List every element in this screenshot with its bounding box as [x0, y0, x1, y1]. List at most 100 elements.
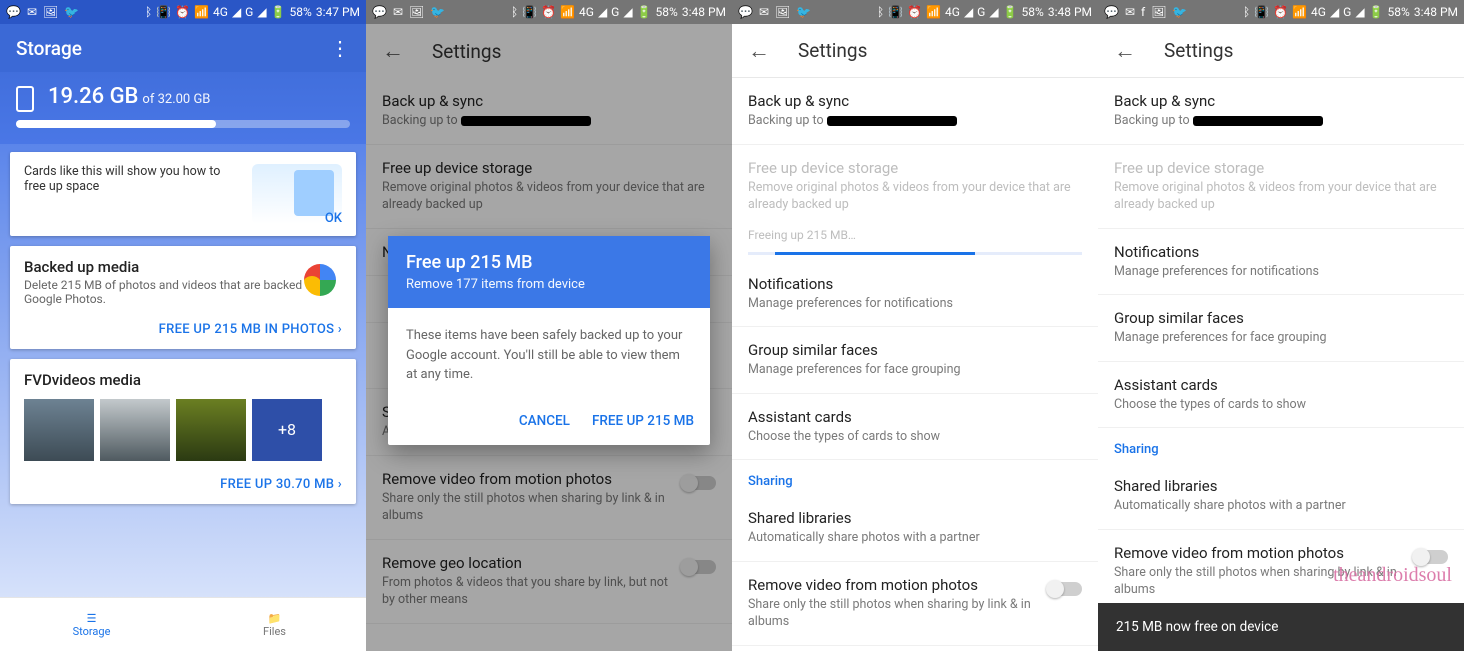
vibrate-icon: 📳 [156, 5, 171, 19]
messenger-icon: 💬 [738, 5, 753, 19]
free-up-photos-button[interactable]: FREE UP 215 MB IN PHOTOS › [24, 322, 342, 337]
wifi-icon: 📶 [1292, 5, 1307, 19]
storage-used: 19.26 GB [48, 84, 138, 109]
bluetooth-icon: ᛒ [1243, 5, 1250, 19]
setting-motion[interactable]: Remove video from motion photosShare onl… [732, 562, 1098, 646]
toggle[interactable] [1048, 582, 1082, 596]
backed-up-sub: Delete 215 MB of photos and videos that … [24, 278, 342, 306]
setting-backup[interactable]: Back up & syncBacking up to [1098, 78, 1464, 145]
storage-icon: ☰ [87, 612, 97, 625]
clock: 3:48 PM [1414, 5, 1458, 19]
signal2-icon: ◢ [1355, 5, 1364, 19]
vibrate-icon: 📳 [522, 5, 537, 19]
setting-faces[interactable]: Group similar facesManage preferences fo… [1098, 295, 1464, 362]
bluetooth-icon: ᛒ [877, 5, 884, 19]
wifi-icon: 📶 [926, 5, 941, 19]
net-label: 4G [213, 5, 228, 19]
message-icon: ✉ [1125, 5, 1135, 19]
page-title: Settings [1164, 39, 1233, 62]
nav-files[interactable]: 📁 Files [183, 598, 366, 651]
nav-storage[interactable]: ☰ Storage [0, 598, 183, 651]
setting-backup[interactable]: Back up & syncBacking up to [732, 78, 1098, 145]
dialog-body: These items have been safely backed up t… [388, 308, 710, 403]
signal-icon: ◢ [1330, 5, 1339, 19]
battery-icon: 🔋 [271, 5, 286, 19]
image-icon: 🖼 [1151, 5, 1166, 19]
watermark: theandroidsoul [1333, 564, 1452, 587]
alarm-icon: ⏰ [907, 5, 922, 19]
net2-label: G [245, 5, 253, 19]
thumb[interactable] [176, 399, 246, 461]
setting-assistant[interactable]: Assistant cardsChoose the types of cards… [732, 394, 1098, 461]
messenger-icon: 💬 [1104, 5, 1119, 19]
folder-icon: 📁 [268, 612, 282, 625]
storage-bar [16, 120, 350, 128]
twitter-icon: 🐦 [64, 5, 79, 19]
sharing-section: Sharing [732, 460, 1098, 495]
battery-icon: 🔋 [1369, 5, 1384, 19]
message-icon: ✉ [393, 5, 403, 19]
battery-icon: 🔋 [637, 5, 652, 19]
dialog-subtitle: Remove 177 items from device [406, 277, 692, 292]
wifi-icon: 📶 [194, 5, 209, 19]
thumb[interactable] [24, 399, 94, 461]
signal-icon: ◢ [598, 5, 607, 19]
twitter-icon: 🐦 [796, 5, 811, 19]
setting-freeup: Free up device storageRemove original ph… [1098, 145, 1464, 229]
toast: 215 MB now free on device [1098, 603, 1464, 651]
status-bar: 💬✉🖼🐦 ᛒ📳⏰📶4G◢G◢🔋58%3:48 PM [732, 0, 1098, 24]
backed-up-title: Backed up media [24, 258, 342, 276]
phone-icon [16, 86, 34, 112]
dialog-cancel-button[interactable]: CANCEL [519, 413, 570, 429]
redacted-email [827, 116, 957, 126]
backed-up-card: Backed up media Delete 215 MB of photos … [10, 246, 356, 349]
dialog-title: Free up 215 MB [406, 252, 692, 273]
clock: 3:48 PM [1048, 5, 1092, 19]
alarm-icon: ⏰ [1273, 5, 1288, 19]
clock: 3:47 PM [316, 5, 360, 19]
signal-icon: ◢ [964, 5, 973, 19]
back-icon[interactable]: ← [1114, 38, 1136, 64]
battery-icon: 🔋 [1003, 5, 1018, 19]
free-up-dialog: Free up 215 MB Remove 177 items from dev… [388, 236, 710, 445]
twitter-icon: 🐦 [430, 5, 445, 19]
signal-icon: ◢ [232, 5, 241, 19]
overflow-icon[interactable]: ⋮ [330, 36, 350, 60]
battery-pct: 58% [290, 5, 312, 19]
signal2-icon: ◢ [623, 5, 632, 19]
google-photos-icon [300, 260, 340, 300]
redacted-email [1193, 116, 1323, 126]
setting-shared[interactable]: Shared librariesAutomatically share phot… [1098, 463, 1464, 530]
status-bar: 💬✉🖼🐦 ᛒ📳⏰📶4G◢G◢🔋58%3:48 PM [366, 0, 732, 24]
image-icon: 🖼 [775, 5, 790, 19]
alarm-icon: ⏰ [541, 5, 556, 19]
storage-total: of 32.00 GB [142, 92, 210, 107]
tip-ok-button[interactable]: OK [325, 211, 342, 226]
signal2-icon: ◢ [257, 5, 266, 19]
bluetooth-icon: ᛒ [145, 5, 152, 19]
status-bar: 💬✉f🖼🐦 ᛒ📳⏰📶4G◢G◢🔋58%3:48 PM [1098, 0, 1464, 24]
thumb[interactable] [100, 399, 170, 461]
free-up-fvd-button[interactable]: FREE UP 30.70 MB › [24, 477, 342, 492]
toggle[interactable] [1414, 550, 1448, 564]
sharing-section: Sharing [1098, 428, 1464, 463]
setting-geo[interactable]: Remove geo location [732, 646, 1098, 651]
clock: 3:48 PM [682, 5, 726, 19]
message-icon: ✉ [759, 5, 769, 19]
back-icon[interactable]: ← [748, 38, 770, 64]
page-title: Settings [798, 39, 867, 62]
setting-faces[interactable]: Group similar facesManage preferences fo… [732, 327, 1098, 394]
setting-assistant[interactable]: Assistant cardsChoose the types of cards… [1098, 362, 1464, 429]
setting-notifications[interactable]: NotificationsManage preferences for noti… [732, 261, 1098, 328]
setting-shared[interactable]: Shared librariesAutomatically share phot… [732, 495, 1098, 562]
page-title: Storage [16, 37, 82, 60]
twitter-icon: 🐦 [1172, 5, 1187, 19]
setting-notifications[interactable]: NotificationsManage preferences for noti… [1098, 229, 1464, 296]
signal2-icon: ◢ [989, 5, 998, 19]
freeing-progress [748, 252, 1082, 255]
dialog-confirm-button[interactable]: FREE UP 215 MB [592, 413, 694, 429]
bluetooth-icon: ᛒ [511, 5, 518, 19]
thumb-more[interactable]: +8 [252, 399, 322, 461]
bottom-nav: ☰ Storage 📁 Files [0, 597, 366, 651]
freeing-status: Freeing up 215 MB… [732, 228, 1098, 248]
